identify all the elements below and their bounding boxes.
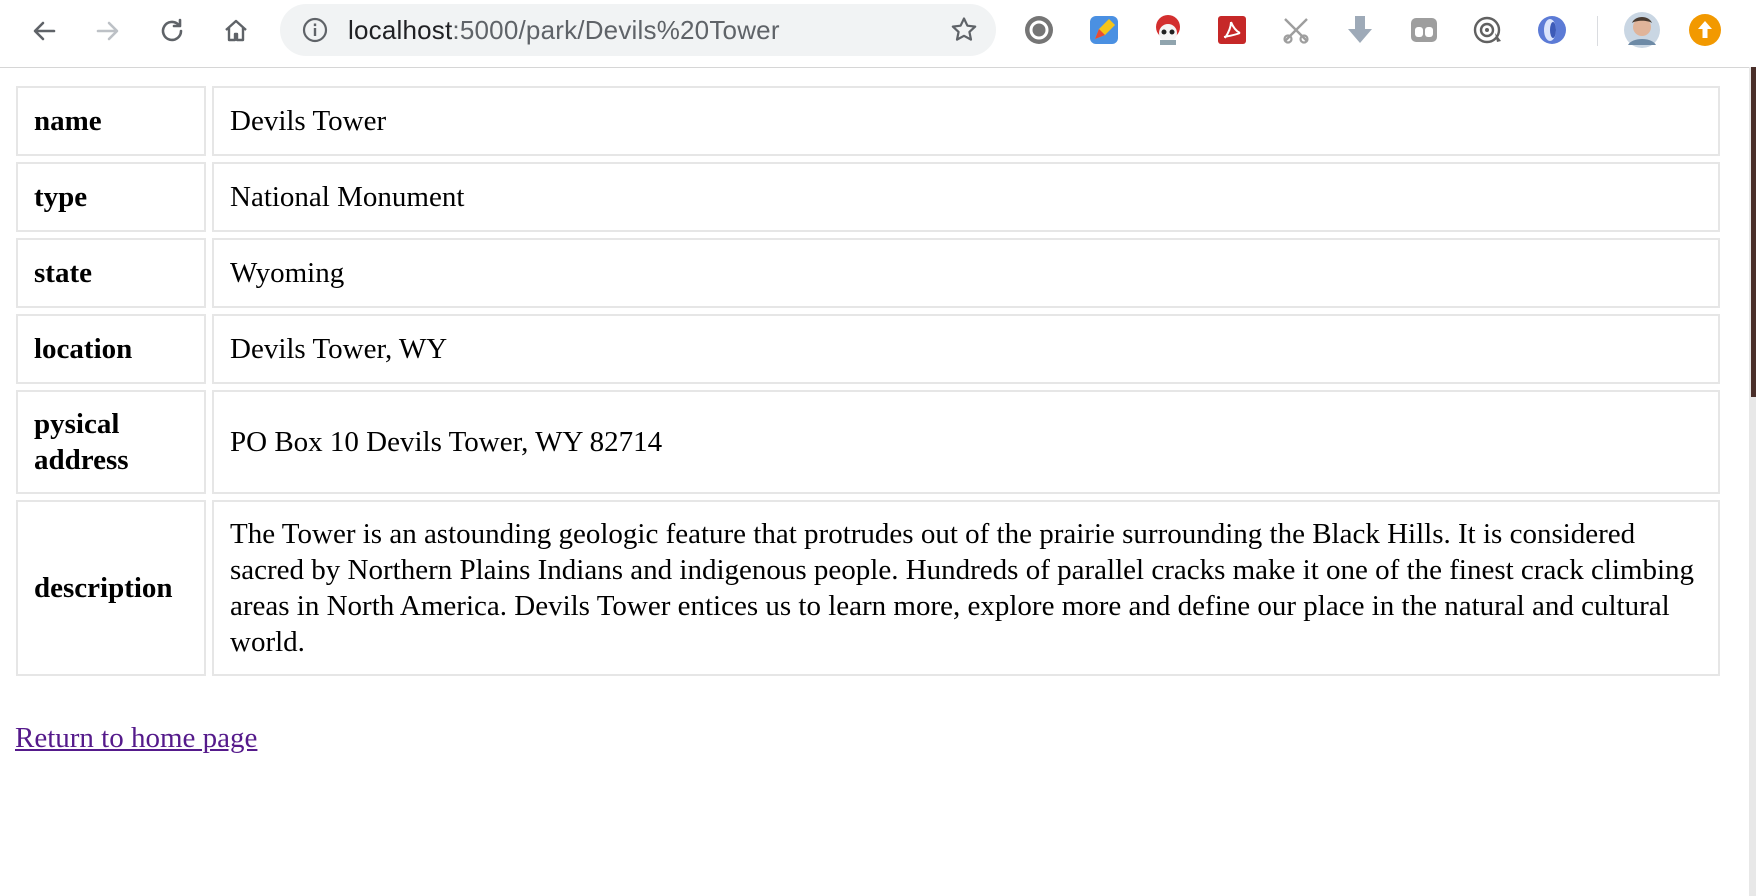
row-key: type [16, 162, 206, 232]
row-value: Wyoming [212, 238, 1720, 308]
row-key: state [16, 238, 206, 308]
pdf-extension-icon[interactable] [1215, 13, 1249, 47]
row-key: location [16, 314, 206, 384]
browser-window: localhost:5000/park/Devils%20Tower name … [0, 0, 1756, 896]
table-row: location Devils Tower, WY [16, 314, 1720, 384]
download-icon[interactable] [1343, 13, 1377, 47]
target-extension-icon[interactable] [1471, 13, 1505, 47]
row-value: Devils Tower [212, 86, 1720, 156]
reload-icon[interactable] [152, 11, 192, 51]
forward-icon[interactable] [88, 11, 128, 51]
row-value: The Tower is an astounding geologic feat… [212, 500, 1720, 676]
home-icon[interactable] [216, 11, 256, 51]
table-row: state Wyoming [16, 238, 1720, 308]
park-details-table: name Devils Tower type National Monument… [10, 80, 1726, 682]
pencil-extension-icon[interactable] [1087, 13, 1121, 47]
window-edge [1749, 67, 1756, 896]
info-icon[interactable] [302, 17, 328, 43]
row-value: Devils Tower, WY [212, 314, 1720, 384]
table-row: pysical address PO Box 10 Devils Tower, … [16, 390, 1720, 494]
row-key: pysical address [16, 390, 206, 494]
update-badge-icon[interactable] [1688, 13, 1722, 47]
table-row: description The Tower is an astounding g… [16, 500, 1720, 676]
swirl-extension-icon[interactable] [1535, 13, 1569, 47]
mascot-extension-icon[interactable] [1151, 13, 1185, 47]
row-value: PO Box 10 Devils Tower, WY 82714 [212, 390, 1720, 494]
row-key: name [16, 86, 206, 156]
table-row: name Devils Tower [16, 86, 1720, 156]
scissors-icon[interactable] [1279, 13, 1313, 47]
url-text[interactable]: localhost:5000/park/Devils%20Tower [348, 17, 780, 43]
bookmark-star-icon[interactable] [950, 16, 978, 44]
row-key: description [16, 500, 206, 676]
avatar[interactable] [1623, 11, 1661, 49]
address-bar[interactable]: localhost:5000/park/Devils%20Tower [280, 4, 996, 56]
window-extension-icon[interactable] [1407, 13, 1441, 47]
url-path: :5000/park/Devils%20Tower [452, 15, 780, 45]
back-icon[interactable] [24, 11, 64, 51]
url-host: localhost [348, 15, 453, 45]
record-icon[interactable] [1022, 13, 1056, 47]
page-content: name Devils Tower type National Monument… [0, 68, 1749, 896]
table-row: type National Monument [16, 162, 1720, 232]
toolbar-divider [1597, 16, 1598, 46]
browser-toolbar: localhost:5000/park/Devils%20Tower [0, 0, 1756, 68]
row-value: National Monument [212, 162, 1720, 232]
return-home-link[interactable]: Return to home page [15, 722, 257, 755]
